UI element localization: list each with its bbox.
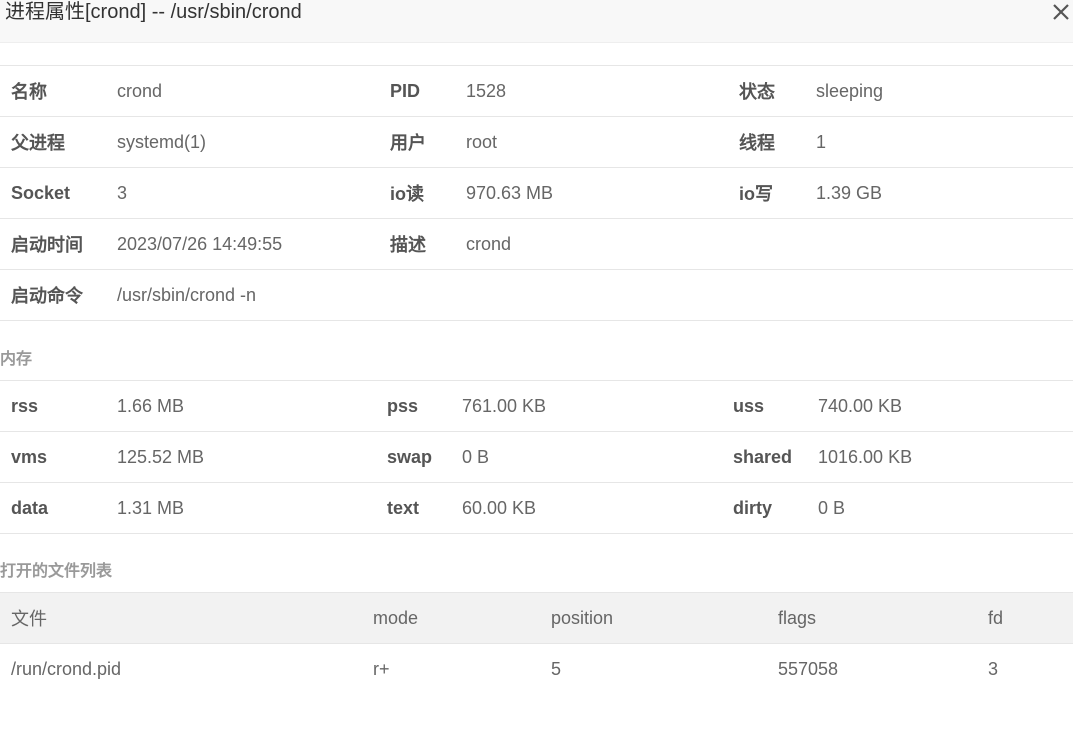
column-header-fd: fd xyxy=(977,592,1073,644)
dialog-titlebar: 进程属性[crond] -- /usr/sbin/crond xyxy=(0,0,1073,43)
column-header-position: position xyxy=(540,592,767,644)
table-row: 启动时间 2023/07/26 14:49:55 描述 crond xyxy=(0,218,1073,270)
field-value: 60.00 KB xyxy=(451,482,722,534)
field-value: systemd(1) xyxy=(106,116,379,168)
table-row: 名称 crond PID 1528 状态 sleeping xyxy=(0,65,1073,117)
file-path-cell: /run/crond.pid xyxy=(11,658,122,679)
table-row: 启动命令 /usr/sbin/crond -n xyxy=(0,269,1073,321)
field-label: shared xyxy=(722,431,807,483)
table-header-row: 文件 mode position flags fd xyxy=(0,592,1073,644)
field-label: vms xyxy=(0,431,106,483)
field-value: root xyxy=(455,116,728,168)
field-value: 761.00 KB xyxy=(451,380,722,432)
field-label: swap xyxy=(376,431,451,483)
field-label: pss xyxy=(376,380,451,432)
table-row: Socket 3 io读 970.63 MB io写 1.39 GB xyxy=(0,167,1073,219)
field-label: uss xyxy=(722,380,807,432)
field-label: 启动命令 xyxy=(0,269,106,321)
field-label: rss xyxy=(0,380,106,432)
mode-cell: r+ xyxy=(373,658,390,679)
field-value: 1.39 GB xyxy=(805,167,1073,219)
memory-section-title: 内存 xyxy=(0,351,33,368)
memory-table: rss 1.66 MB pss 761.00 KB uss 740.00 KB … xyxy=(0,380,1073,534)
field-label: dirty xyxy=(722,482,807,534)
field-value: 0 B xyxy=(807,482,1073,534)
field-label: Socket xyxy=(0,167,106,219)
dialog-title: 进程属性[crond] -- /usr/sbin/crond xyxy=(5,1,302,23)
field-label: 父进程 xyxy=(0,116,106,168)
field-label: 名称 xyxy=(0,65,106,117)
field-value: 1 xyxy=(805,116,1073,168)
field-value: 1528 xyxy=(455,65,728,117)
field-label: io写 xyxy=(728,167,805,219)
field-label: data xyxy=(0,482,106,534)
field-label: io读 xyxy=(379,167,455,219)
field-value: 125.52 MB xyxy=(106,431,376,483)
open-files-table: 文件 mode position flags fd /run/crond.pid… xyxy=(0,592,1073,694)
column-header-flags: flags xyxy=(767,592,977,644)
field-label: 状态 xyxy=(728,65,805,117)
field-label: text xyxy=(376,482,451,534)
close-icon xyxy=(1053,4,1069,20)
column-header-file: 文件 xyxy=(0,592,362,644)
field-value: 970.63 MB xyxy=(455,167,728,219)
close-button[interactable] xyxy=(1051,2,1071,22)
field-label: PID xyxy=(379,65,455,117)
field-value: sleeping xyxy=(805,65,1073,117)
field-value: 1.31 MB xyxy=(106,482,376,534)
table-row: vms 125.52 MB swap 0 B shared 1016.00 KB xyxy=(0,431,1073,483)
position-cell: 5 xyxy=(551,658,562,679)
table-row: /run/crond.pid r+ 5 557058 3 xyxy=(0,644,1073,695)
field-value: crond xyxy=(455,218,1073,270)
table-row: data 1.31 MB text 60.00 KB dirty 0 B xyxy=(0,482,1073,534)
field-label: 用户 xyxy=(379,116,455,168)
field-label: 线程 xyxy=(728,116,805,168)
table-row: rss 1.66 MB pss 761.00 KB uss 740.00 KB xyxy=(0,380,1073,432)
field-value: /usr/sbin/crond -n xyxy=(106,269,1073,321)
field-value: 1016.00 KB xyxy=(807,431,1073,483)
field-value: 0 B xyxy=(451,431,722,483)
field-label: 描述 xyxy=(379,218,455,270)
field-value: 2023/07/26 14:49:55 xyxy=(106,218,379,270)
basic-info-table: 名称 crond PID 1528 状态 sleeping 父进程 system… xyxy=(0,65,1073,321)
field-value: 740.00 KB xyxy=(807,380,1073,432)
field-value: crond xyxy=(106,65,379,117)
field-label: 启动时间 xyxy=(0,218,106,270)
field-value: 3 xyxy=(106,167,379,219)
column-header-mode: mode xyxy=(362,592,540,644)
open-files-section-title: 打开的文件列表 xyxy=(0,563,113,580)
fd-cell: 3 xyxy=(988,658,999,679)
flags-cell: 557058 xyxy=(778,658,839,679)
table-row: 父进程 systemd(1) 用户 root 线程 1 xyxy=(0,116,1073,168)
field-value: 1.66 MB xyxy=(106,380,376,432)
